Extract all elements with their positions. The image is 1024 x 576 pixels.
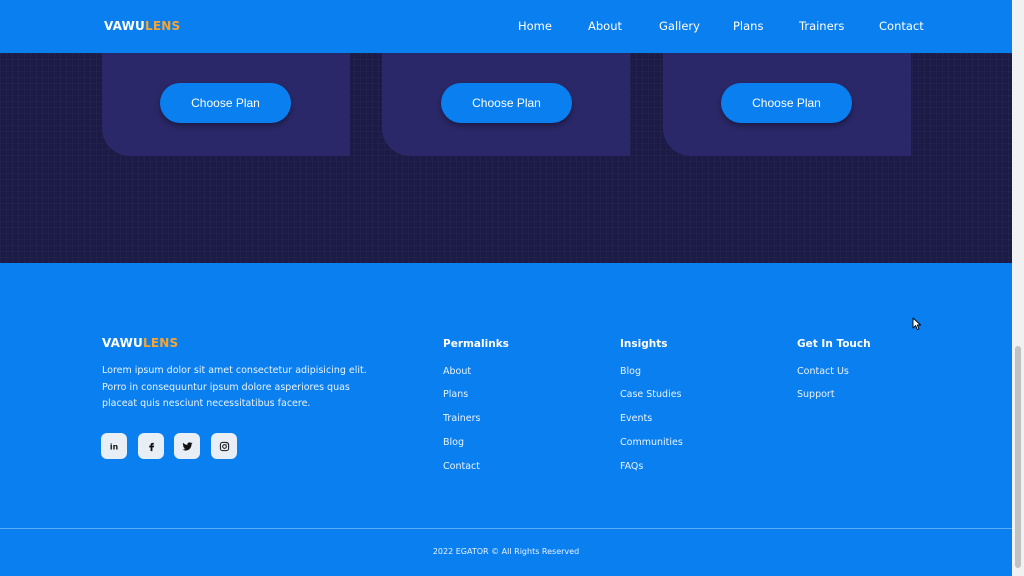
facebook-button[interactable] <box>138 433 164 459</box>
instagram-button[interactable] <box>211 433 237 459</box>
svg-text:in: in <box>109 442 117 451</box>
footer-link[interactable]: Communities <box>620 437 683 448</box>
plan-card: Choose Plan <box>663 53 911 156</box>
footer-column-title: Get In Touch <box>797 338 871 350</box>
footer-link[interactable]: Case Studies <box>620 389 682 400</box>
brand-logo-accent: LENS <box>143 336 179 350</box>
linkedin-button[interactable]: in <box>101 433 127 459</box>
footer-link[interactable]: Events <box>620 413 652 424</box>
mouse-cursor-icon <box>912 317 922 331</box>
nav-plans[interactable]: Plans <box>733 19 763 33</box>
footer-link[interactable]: FAQs <box>620 461 643 472</box>
nav-contact[interactable]: Contact <box>879 19 924 33</box>
brand-logo-accent: LENS <box>145 19 181 33</box>
navbar: VAWULENS Home About Gallery Plans Traine… <box>0 0 1012 53</box>
page-scrollbar[interactable] <box>1012 0 1024 576</box>
footer-link[interactable]: Support <box>797 389 835 400</box>
footer-divider <box>0 528 1012 529</box>
instagram-icon <box>219 441 229 451</box>
footer-link[interactable]: Contact <box>443 461 480 472</box>
choose-plan-button[interactable]: Choose Plan <box>441 83 572 123</box>
footer-column-title: Permalinks <box>443 338 509 350</box>
twitter-icon <box>181 441 193 451</box>
scrollbar-thumb[interactable] <box>1015 346 1021 568</box>
plan-card: Choose Plan <box>102 53 350 156</box>
footer-link[interactable]: Trainers <box>443 413 481 424</box>
plan-card: Choose Plan <box>382 53 630 156</box>
nav-trainers[interactable]: Trainers <box>799 19 844 33</box>
nav-about[interactable]: About <box>588 19 622 33</box>
brand-logo[interactable]: VAWULENS <box>104 19 180 33</box>
brand-logo-text: VAWU <box>104 19 146 33</box>
footer-link[interactable]: About <box>443 366 471 377</box>
nav-home[interactable]: Home <box>518 19 552 33</box>
footer-description: Lorem ipsum dolor sit amet consectetur a… <box>102 365 367 409</box>
footer-link[interactable]: Plans <box>443 389 468 400</box>
twitter-button[interactable] <box>174 433 200 459</box>
nav-gallery[interactable]: Gallery <box>659 19 700 33</box>
footer-link[interactable]: Contact Us <box>797 366 849 377</box>
footer-link[interactable]: Blog <box>620 366 641 377</box>
plans-section: Choose Plan Choose Plan Choose Plan <box>0 53 1012 263</box>
brand-logo-text: VAWU <box>102 336 144 350</box>
footer-brand-logo[interactable]: VAWULENS <box>102 336 178 350</box>
facebook-icon <box>148 442 154 451</box>
copyright-text: 2022 EGATOR © All Rights Reserved <box>432 547 580 556</box>
linkedin-icon: in <box>109 442 117 451</box>
choose-plan-button[interactable]: Choose Plan <box>721 83 852 123</box>
choose-plan-button[interactable]: Choose Plan <box>160 83 291 123</box>
footer-column-title: Insights <box>620 338 668 350</box>
footer: VAWULENS Lorem ipsum dolor sit amet cons… <box>0 263 1012 576</box>
footer-link[interactable]: Blog <box>443 437 464 448</box>
